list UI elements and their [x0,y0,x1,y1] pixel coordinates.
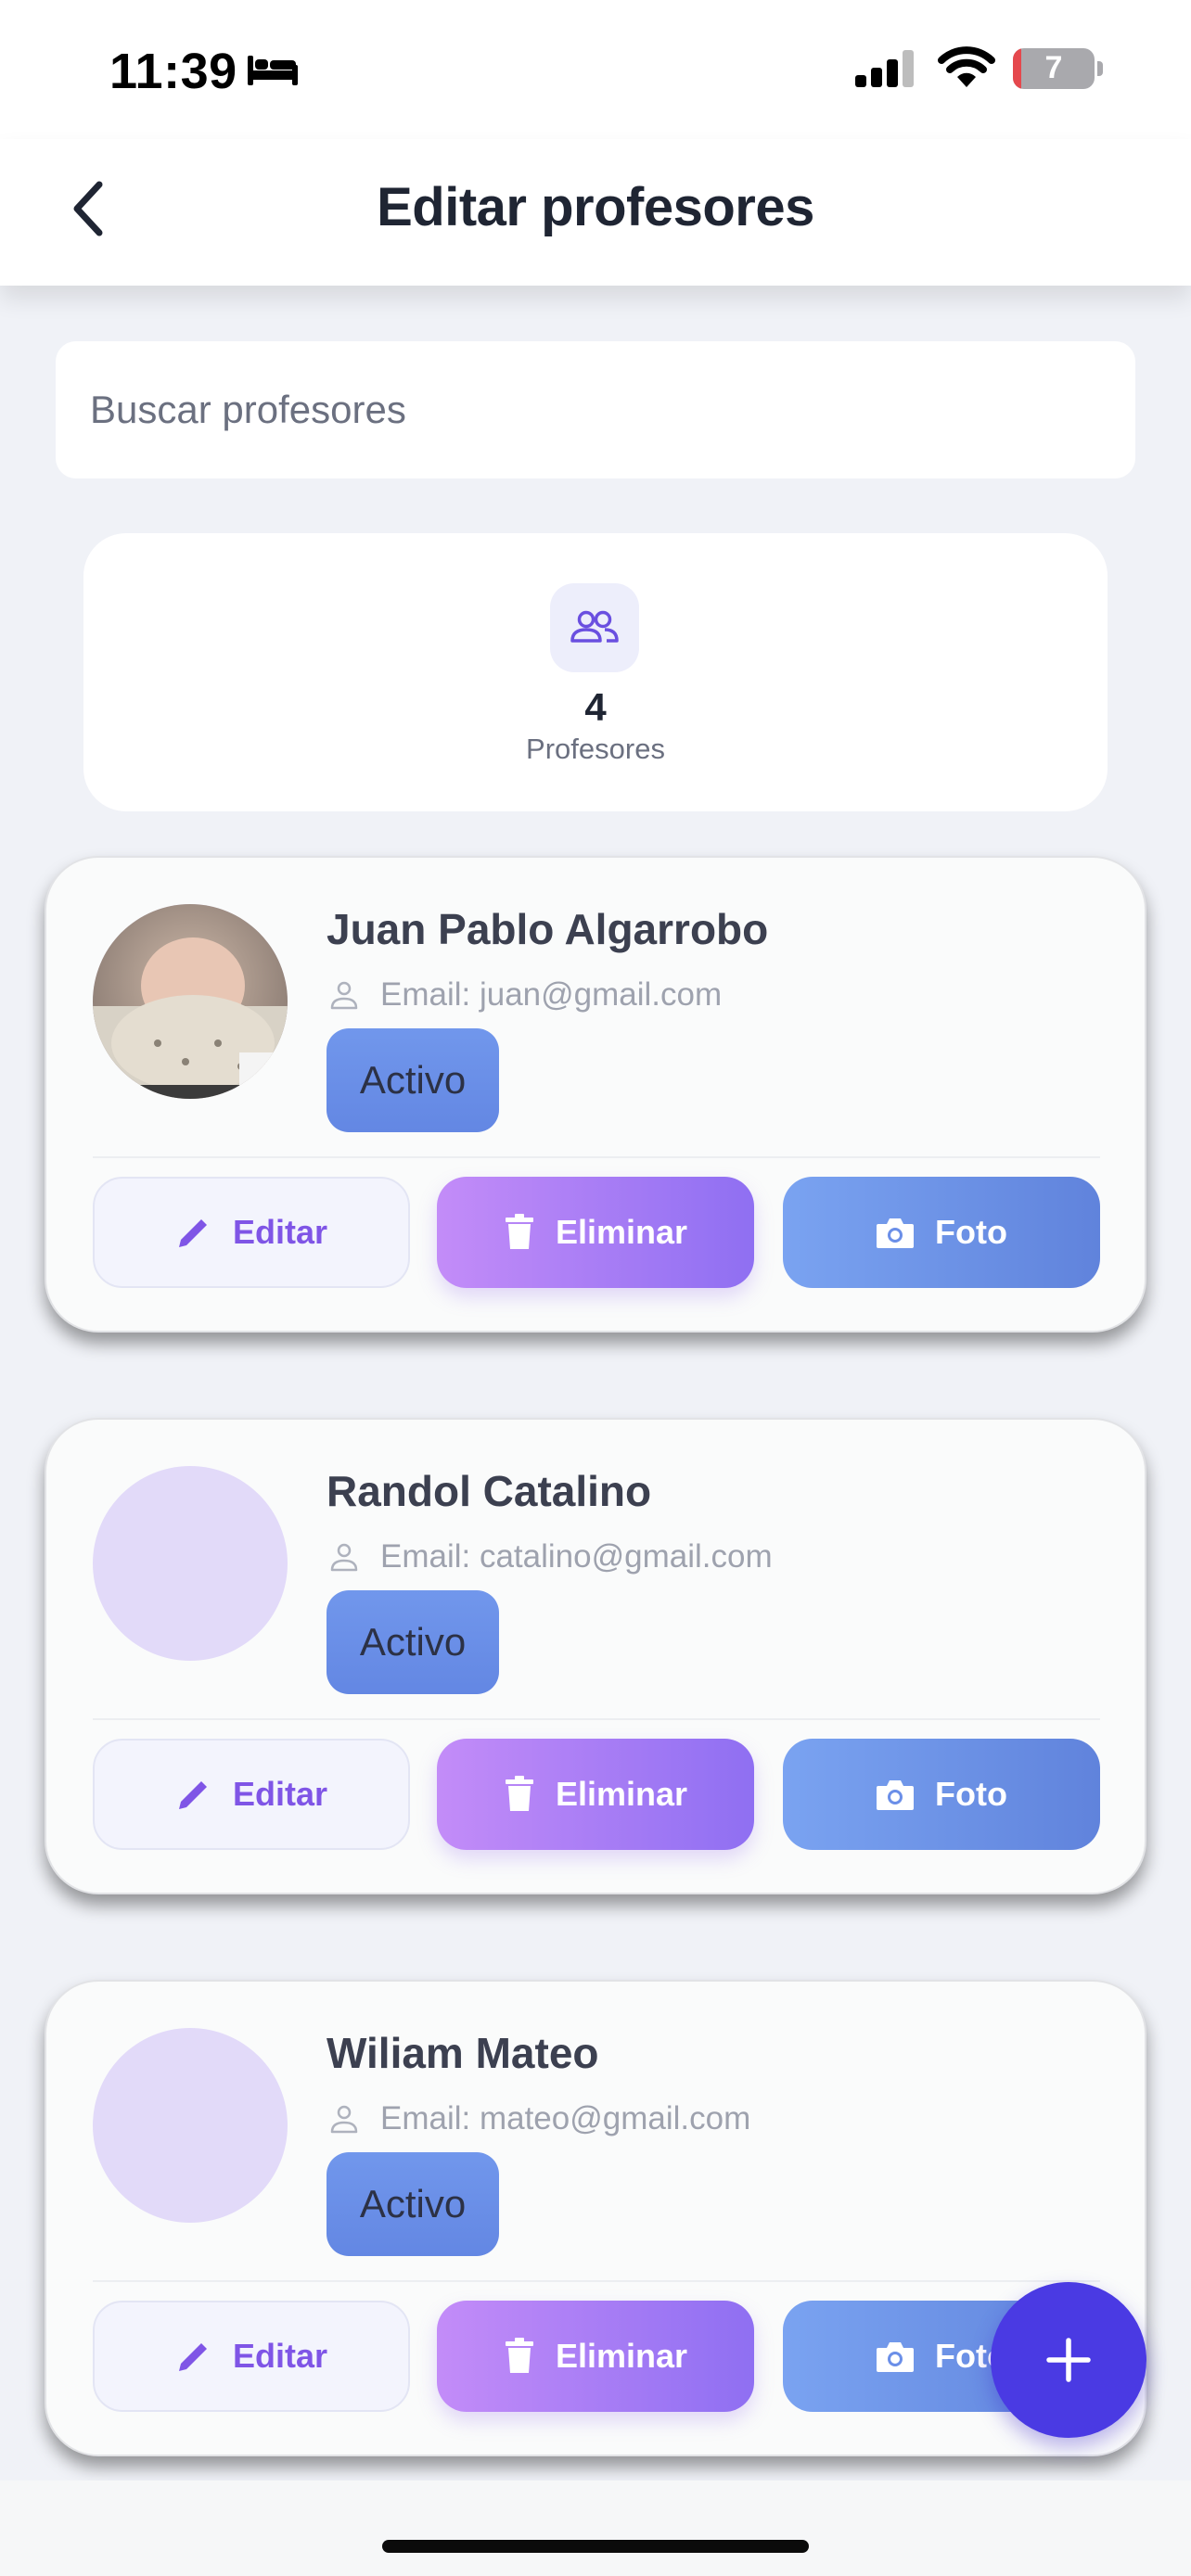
divider [93,2280,1100,2282]
edit-button-label: Editar [232,2337,328,2375]
add-teacher-button[interactable] [991,2282,1146,2438]
teacher-name: Juan Pablo Algarrobo [327,905,769,953]
delete-button[interactable]: Eliminar [437,2301,754,2412]
edit-button[interactable]: Editar [93,1739,410,1850]
trash-icon [505,2338,533,2373]
trash-icon [505,1776,533,1811]
camera-icon [877,1780,915,1810]
teacher-count: 4 [584,685,607,729]
teacher-name: Wiliam Mateo [327,2029,599,2077]
photo-button[interactable]: Foto [783,1177,1100,1288]
teacher-count-label: Profesores [526,733,665,765]
battery-icon: 7 [1013,48,1095,89]
battery-level: 7 [1044,50,1063,85]
delete-button[interactable]: Eliminar [437,1177,754,1288]
bottom-strip [0,2480,1191,2576]
trash-icon [505,1214,533,1249]
signal-icon [855,50,916,92]
user-icon [330,2105,358,2134]
teacher-card: Randol Catalino Email: catalino@gmail.co… [45,1418,1146,1894]
delete-button-label: Eliminar [555,2337,688,2375]
camera-icon [877,1218,915,1248]
teacher-email: Email: mateo@gmail.com [380,2100,751,2136]
status-badge: Activo [327,1590,499,1694]
edit-button-label: Editar [232,1775,328,1813]
divider [93,1156,1100,1158]
camera-icon [877,2342,915,2372]
avatar[interactable] [93,2028,288,2223]
avatar[interactable] [93,904,288,1099]
bed-icon [246,52,300,92]
user-icon [330,1543,358,1572]
home-indicator[interactable] [382,2540,809,2553]
teacher-email: Email: catalino@gmail.com [380,1538,773,1575]
page-title: Editar profesores [377,177,814,237]
stats-card: 4 Profesores [83,533,1108,811]
avatar[interactable] [93,1466,288,1661]
search-input[interactable] [56,341,1135,478]
divider [93,1718,1100,1720]
edit-button[interactable]: Editar [93,1177,410,1288]
teacher-card: Wiliam Mateo Email: mateo@gmail.com Acti… [45,1980,1146,2456]
user-icon [330,981,358,1010]
header: Editar profesores [0,139,1191,286]
pencil-icon [178,1781,207,1809]
teacher-card: Juan Pablo Algarrobo Email: juan@gmail.c… [45,856,1146,1333]
pencil-icon [178,1219,207,1247]
email-row: Email: juan@gmail.com [328,976,722,1014]
pencil-icon [178,2343,207,2371]
photo-button-label: Foto [935,1775,1007,1813]
email-row: Email: mateo@gmail.com [328,2100,750,2137]
teacher-name: Randol Catalino [327,1467,652,1515]
delete-button[interactable]: Eliminar [437,1739,754,1850]
status-bar: 11:39 7 [0,0,1191,139]
edit-button-label: Editar [232,1213,328,1251]
status-badge: Activo [327,2152,499,2256]
battery-cap [1097,61,1103,76]
email-row: Email: catalino@gmail.com [328,1538,773,1575]
delete-button-label: Eliminar [555,1213,688,1251]
delete-button-label: Eliminar [555,1775,688,1813]
status-time: 11:39 [109,44,237,99]
plus-icon [1046,2338,1091,2382]
photo-button[interactable]: Foto [783,1739,1100,1850]
photo-button-label: Foto [935,1213,1007,1251]
users-icon [550,583,639,672]
status-badge: Activo [327,1028,499,1132]
wifi-icon [937,46,996,94]
edit-button[interactable]: Editar [93,2301,410,2412]
teacher-email: Email: juan@gmail.com [380,976,723,1013]
